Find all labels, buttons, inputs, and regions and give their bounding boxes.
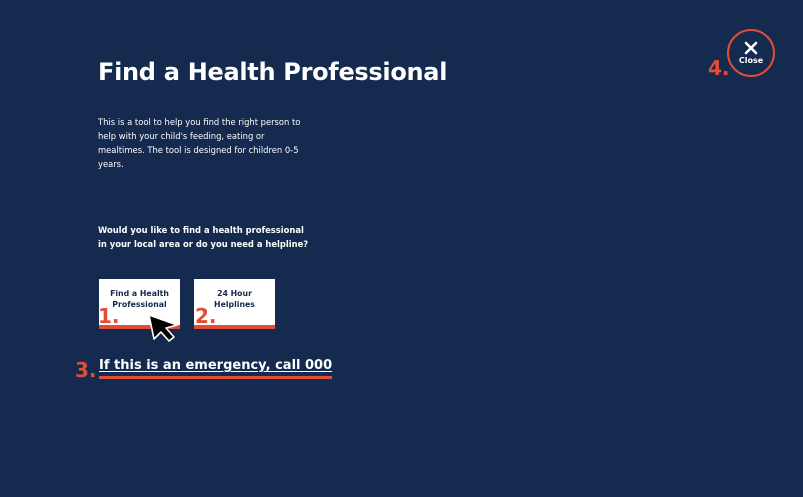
page-title: Find a Health Professional (98, 58, 448, 86)
close-label: Close (738, 56, 764, 65)
emergency-call-link[interactable]: If this is an emergency, call 000 (99, 358, 333, 379)
annotation-number-3: 3. (75, 358, 97, 382)
annotation-number-1: 1. (98, 304, 120, 328)
intro-text: This is a tool to help you find the righ… (98, 117, 301, 169)
annotation-number-2: 2. (195, 304, 217, 328)
close-icon (744, 41, 758, 55)
mouse-cursor-icon (148, 314, 178, 342)
close-button[interactable]: Close (727, 29, 775, 77)
question-text: Would you like to find a health professi… (98, 225, 309, 249)
annotation-number-4: 4. (708, 56, 730, 80)
